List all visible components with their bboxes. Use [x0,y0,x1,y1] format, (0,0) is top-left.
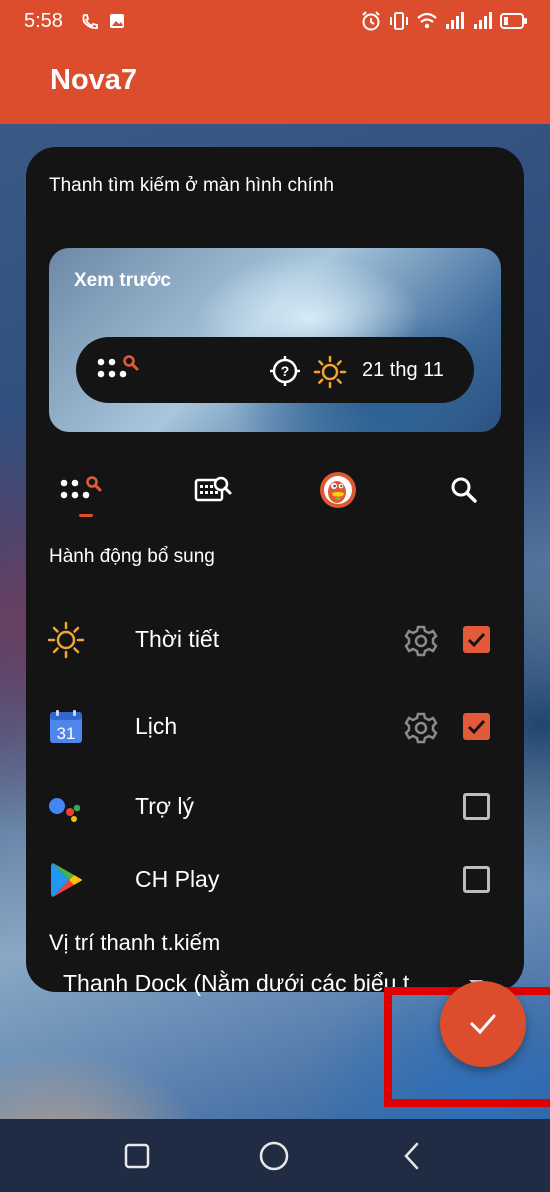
wifi-call-icon [82,14,98,30]
app-title: Nova7 [50,64,138,96]
status-right-icons [360,10,528,32]
tab-dots-search[interactable] [58,465,108,515]
tab-keyboard-search[interactable] [188,465,238,515]
row-icon: 31 [46,707,86,747]
checkmark-icon [467,632,486,648]
status-time: 5:58 [24,10,63,32]
location-help-icon: ? [270,356,300,386]
preview-search-bar: ? 21 thg 11 [76,337,474,403]
circle-icon [259,1141,289,1171]
keyboard-search-icon [194,476,232,502]
app-bar: 5:58 Nova7 [0,0,550,124]
recents-button[interactable] [121,1140,153,1172]
checkmark-icon [470,1014,496,1035]
status-left-icons [80,12,126,32]
signal-icon [474,12,492,29]
sun-icon [47,621,85,659]
row-label: CH Play [135,866,220,892]
list-item-calendar[interactable]: 31 Lịch [26,695,524,755]
weather-checkbox[interactable] [463,626,490,653]
preview-date: 21 thg 11 [362,359,444,381]
vibrate-icon [390,12,408,30]
image-icon [110,14,124,28]
dots-search-icon [97,355,139,378]
list-item-weather[interactable]: Thời tiết [26,608,524,668]
row-icon [46,620,86,660]
calendar-number: 31 [57,724,76,743]
tab-duckduckgo[interactable] [313,465,363,515]
google-assistant-icon [49,798,81,822]
gear-icon[interactable] [404,624,438,658]
search-style-tabs [26,465,524,525]
row-icon [46,787,86,827]
home-button[interactable] [258,1140,290,1172]
dropdown-value: Thanh Dock (Nằm dưới các biểu t [63,970,410,996]
row-label: Lịch [135,713,178,739]
play-store-icon [51,863,82,897]
calendar-checkbox[interactable] [463,713,490,740]
search-bar-settings-card: Thanh tìm kiếm ở màn hình chính Xem trướ… [26,147,524,996]
tab-search[interactable] [439,465,489,515]
signal-icon [446,12,464,29]
search-bar-preview: Xem trước ? 21 thg 11 [49,248,501,432]
assistant-checkbox[interactable] [463,793,490,820]
extra-actions-title: Hành động bổ sung [49,546,215,567]
square-icon [124,1143,150,1169]
duckduckgo-icon [320,472,356,508]
navigation-bar [0,1119,550,1192]
confirm-button[interactable] [440,981,526,1067]
card-title: Thanh tìm kiếm ở màn hình chính [49,175,334,196]
alarm-icon [362,11,380,31]
row-label: Thời tiết [135,626,220,652]
sun-icon [313,355,347,389]
calendar-icon: 31 [50,710,82,743]
back-button[interactable] [396,1140,428,1172]
checkmark-icon [467,719,486,735]
row-label: Trợ lý [135,793,194,819]
back-chevron-icon [404,1142,419,1170]
svg-text:?: ? [281,363,290,379]
dots-search-icon [60,476,102,499]
search-bar-position-label: Vị trí thanh t.kiếm [49,930,221,955]
preview-label: Xem trước [74,270,171,291]
play-store-checkbox[interactable] [463,866,490,893]
battery-icon [500,13,527,29]
search-icon [451,477,477,503]
list-item-assistant[interactable]: Trợ lý [26,775,524,835]
list-item-play-store[interactable]: CH Play [26,848,524,908]
selected-tab-indicator [79,514,93,517]
gear-icon[interactable] [404,711,438,745]
wifi-icon [417,12,437,29]
row-icon [46,860,86,900]
